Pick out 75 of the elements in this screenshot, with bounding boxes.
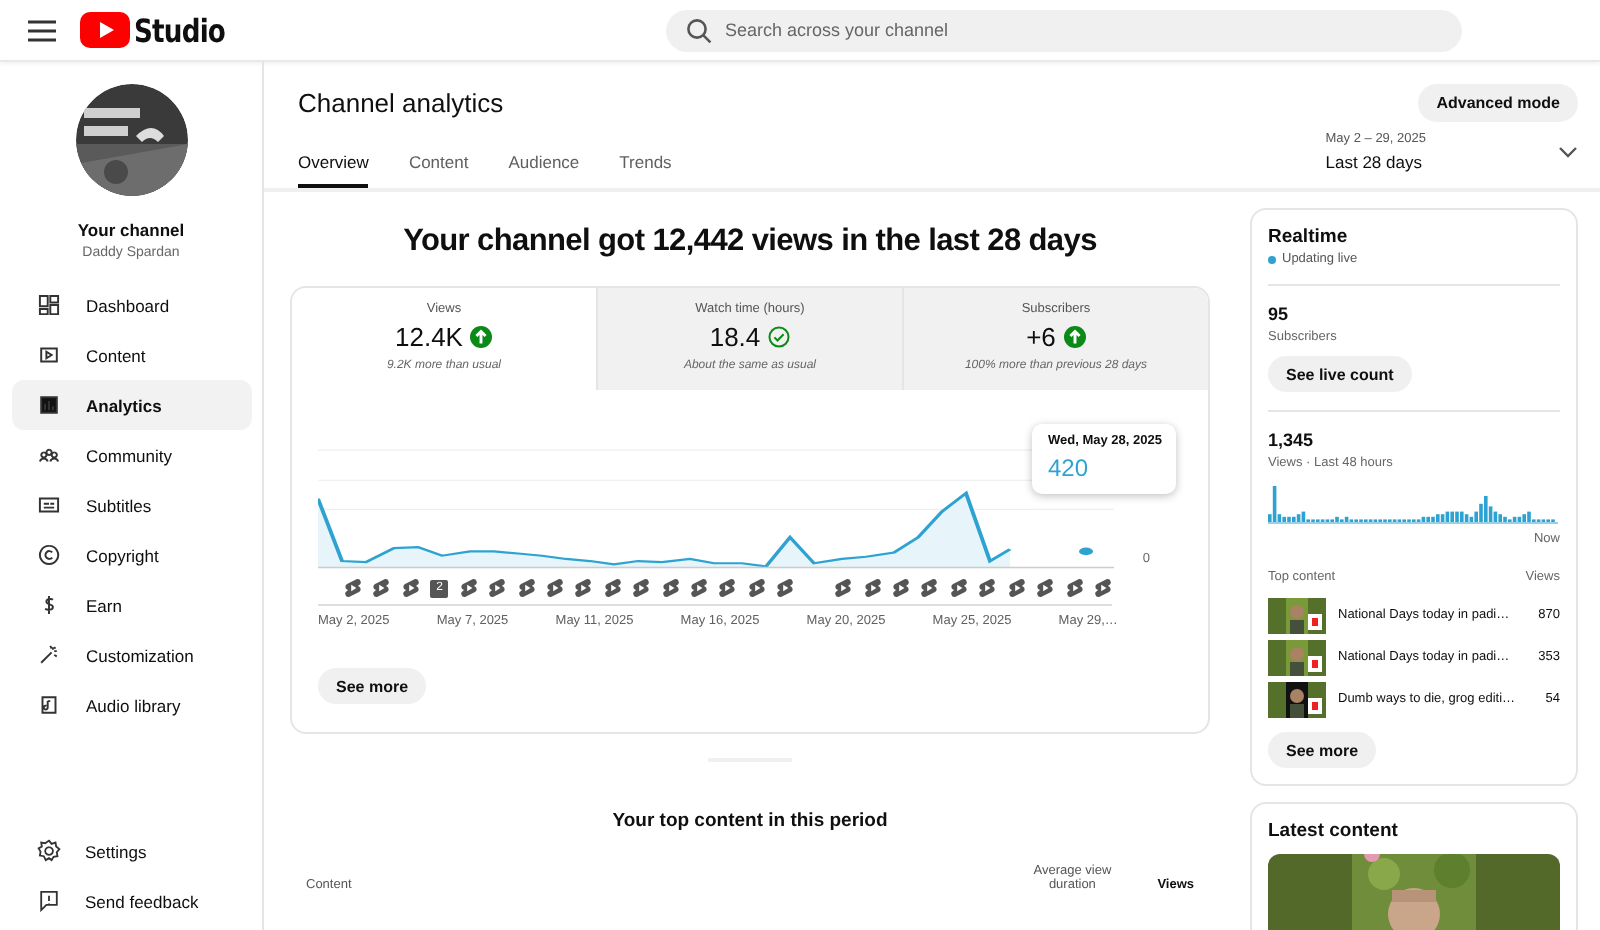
sidebar-item[interactable]: Content	[12, 330, 252, 380]
shorts-icon[interactable]	[401, 578, 420, 598]
sidebar-item[interactable]: Audio library	[12, 680, 252, 730]
nav-icon	[36, 642, 62, 668]
nav-icon	[36, 392, 62, 418]
view-count: 1,345	[1268, 430, 1316, 450]
shorts-icon[interactable]	[344, 578, 362, 598]
shorts-icon[interactable]	[488, 578, 507, 598]
see-more-button[interactable]: See more	[318, 668, 427, 704]
shorts-icon[interactable]	[459, 578, 478, 598]
shorts-icon[interactable]	[776, 578, 795, 598]
advanced-mode-button[interactable]: Advanced mode	[1418, 83, 1578, 121]
check-circle-icon	[768, 326, 791, 348]
shorts-icon[interactable]	[632, 578, 651, 598]
sidebar-item[interactable]: Subtitles	[12, 480, 252, 530]
shorts-icon[interactable]	[1007, 578, 1026, 598]
sidebar-item[interactable]: Community	[12, 430, 252, 480]
tab[interactable]: Audience	[508, 138, 580, 188]
sidebar-item[interactable]: Send feedback	[11, 876, 251, 926]
search-icon	[685, 17, 711, 43]
nav-icon	[35, 838, 61, 864]
nav-icon	[36, 292, 62, 318]
shorts-icon[interactable]	[892, 578, 911, 598]
shorts-icon[interactable]	[661, 578, 680, 598]
sidebar-item[interactable]: Earn	[12, 580, 252, 630]
shorts-icon[interactable]	[1065, 578, 1084, 598]
shorts-icon[interactable]	[920, 578, 939, 598]
live-dot-icon	[1268, 255, 1276, 263]
shorts-icon[interactable]	[834, 578, 853, 598]
nav-icon	[36, 542, 62, 568]
nav-icon	[36, 342, 62, 368]
shorts-icon[interactable]	[718, 578, 737, 598]
shorts-icon[interactable]	[603, 578, 622, 598]
play-logo-icon	[80, 12, 130, 48]
shorts-icon[interactable]	[545, 578, 564, 598]
shorts-icon[interactable]	[949, 578, 968, 598]
nav-icon	[36, 692, 62, 718]
logo-text: Studio	[134, 11, 225, 49]
tab[interactable]: Overview	[298, 138, 369, 188]
shorts-icon[interactable]	[690, 578, 709, 598]
see-more-button[interactable]: See more	[1268, 732, 1377, 768]
metric-value: 12.4K	[395, 322, 463, 352]
nav-icon	[35, 888, 61, 914]
search-field[interactable]: Search across your channel	[665, 9, 1461, 51]
sidebar-item[interactable]: Copyright	[12, 530, 252, 580]
tab[interactable]: Trends	[619, 138, 672, 188]
section-title: Your top content in this period	[612, 810, 888, 832]
sidebar-item[interactable]: Settings	[11, 826, 251, 876]
see-live-count-button[interactable]: See live count	[1268, 356, 1412, 392]
nav-icon	[36, 492, 62, 518]
menu-icon[interactable]	[28, 19, 56, 41]
shorts-icon[interactable]	[863, 578, 882, 598]
shorts-icon[interactable]	[372, 578, 391, 598]
tab[interactable]: Content	[408, 138, 469, 188]
shorts-icon[interactable]	[1093, 578, 1112, 598]
card-title: Latest content	[1268, 820, 1400, 842]
metric-value: 18.4	[709, 322, 761, 352]
arrow-up-icon	[470, 326, 493, 348]
card-title: Realtime	[1268, 226, 1350, 248]
shorts-icon[interactable]	[574, 578, 593, 598]
shorts-icon[interactable]	[1036, 578, 1055, 598]
shorts-icon[interactable]	[517, 578, 536, 598]
sidebar-item[interactable]: Customization	[12, 630, 252, 680]
page-title: Channel analytics	[298, 87, 504, 117]
metric-value: +6	[1026, 322, 1056, 352]
shorts-icon[interactable]	[747, 578, 766, 598]
shorts-icon[interactable]	[978, 578, 997, 598]
chevron-down-icon	[1558, 146, 1578, 158]
headline: Your channel got 12,442 views in the last 28 days	[403, 224, 1097, 260]
channel-title[interactable]: Your channel	[77, 220, 185, 240]
subscriber-count: 95	[1268, 304, 1291, 324]
sidebar-item[interactable]: Analytics	[12, 380, 252, 430]
arrow-up-icon	[1063, 326, 1086, 348]
tooltip-value: 420	[1048, 454, 1091, 482]
sidebar-item[interactable]: Dashboard	[12, 280, 252, 330]
